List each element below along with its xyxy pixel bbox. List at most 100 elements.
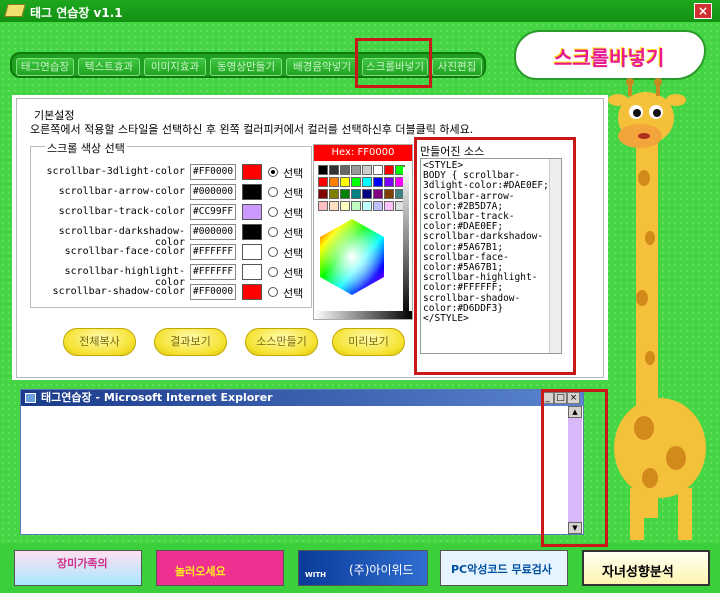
color-swatch[interactable] <box>242 284 262 300</box>
color-swatch[interactable] <box>242 244 262 260</box>
window-title: 태그 연습장 v1.1 <box>30 6 123 20</box>
select-label: 선택 <box>283 247 304 260</box>
highlight-tab-box <box>355 38 432 88</box>
select-radio[interactable] <box>268 187 278 197</box>
view-result-button[interactable]: 결과보기 <box>154 328 227 356</box>
color-cell[interactable] <box>340 177 350 187</box>
color-value-input[interactable]: #CC99FF <box>190 204 236 220</box>
color-cell[interactable] <box>318 165 328 175</box>
row-label: scrollbar-3dlight-color <box>46 166 185 177</box>
banner-pc-check[interactable]: PC악성코드 무료검사 <box>440 550 568 586</box>
color-cell[interactable] <box>384 165 394 175</box>
brightness-slider[interactable] <box>403 167 409 317</box>
hex-display: Hex: FF0000 <box>314 145 412 161</box>
color-cell[interactable] <box>373 189 383 199</box>
window-title-bar: 태그 연습장 v1.1 × <box>0 0 720 22</box>
instructions-text: 오른쪽에서 적용할 스타일을 선택하신 후 왼쪽 컬러피커에서 컬러를 선택하신… <box>30 123 474 136</box>
preview-button[interactable]: 미리보기 <box>332 328 405 356</box>
color-cell[interactable] <box>329 201 339 211</box>
preview-title: 태그연습장 - Microsoft Internet Explorer <box>21 390 583 406</box>
banner-rose-family[interactable]: 장미가족의 <box>14 550 142 586</box>
hexagon-color-wheel[interactable] <box>316 217 388 297</box>
row-label: scrollbar-face-color <box>64 246 185 257</box>
color-cell[interactable] <box>340 201 350 211</box>
select-radio[interactable] <box>268 247 278 257</box>
color-cell[interactable] <box>373 165 383 175</box>
select-radio[interactable] <box>268 227 278 237</box>
color-cell[interactable] <box>318 177 328 187</box>
scrollbar-logo: 스크롤바넣기 <box>514 30 706 80</box>
logo-text: 스크롤바넣기 <box>554 46 665 70</box>
row-label: scrollbar-arrow-color <box>58 186 185 197</box>
banner-child-analysis[interactable]: 자녀성향분석 <box>582 550 710 586</box>
tab-tag-practice[interactable]: 태그연습장 <box>16 58 74 76</box>
app-icon <box>4 4 26 17</box>
copy-all-button[interactable]: 전체복사 <box>63 328 136 356</box>
color-cell[interactable] <box>384 189 394 199</box>
color-picker[interactable]: Hex: FF0000 <box>313 144 413 320</box>
color-cell[interactable] <box>351 189 361 199</box>
color-cell[interactable] <box>329 189 339 199</box>
gray-bar[interactable] <box>314 311 412 319</box>
color-cell[interactable] <box>351 201 361 211</box>
banner-visit-text: 놀러오세요 <box>175 565 226 578</box>
banner-rose-text: 장미가족의 <box>57 557 108 570</box>
color-value-input[interactable]: #FF0000 <box>190 284 236 300</box>
color-swatch[interactable] <box>242 164 262 180</box>
color-swatch[interactable] <box>242 224 262 240</box>
color-cell[interactable] <box>362 177 372 187</box>
select-label: 선택 <box>283 207 304 220</box>
color-value-input[interactable]: #FF0000 <box>190 164 236 180</box>
row-label: scrollbar-highlight-color <box>64 266 185 288</box>
color-swatch[interactable] <box>242 184 262 200</box>
color-cell[interactable] <box>384 177 394 187</box>
color-value-input[interactable]: #000000 <box>190 224 236 240</box>
tab-make-video[interactable]: 동영상만들기 <box>210 58 282 76</box>
select-label: 선택 <box>283 267 304 280</box>
tab-image-effect[interactable]: 이미지효과 <box>144 58 206 76</box>
color-cell[interactable] <box>362 165 372 175</box>
banner-child-text: 자녀성향분석 <box>602 565 674 580</box>
color-cell[interactable] <box>329 165 339 175</box>
color-cell[interactable] <box>362 189 372 199</box>
color-cell[interactable] <box>318 189 328 199</box>
select-label: 선택 <box>283 167 304 180</box>
select-label: 선택 <box>283 187 304 200</box>
ie-icon <box>25 393 36 403</box>
banner-visit[interactable]: 놀러오세요 <box>156 550 284 586</box>
banner-iwith[interactable]: WITH (주)아이위드 <box>298 550 428 586</box>
highlight-scrollbar-box <box>541 389 608 547</box>
select-radio[interactable] <box>268 287 278 297</box>
color-swatch[interactable] <box>242 264 262 280</box>
color-value-input[interactable]: #000000 <box>190 184 236 200</box>
banner-pc-text: PC악성코드 무료검사 <box>451 563 552 576</box>
color-cell[interactable] <box>384 201 394 211</box>
color-cell[interactable] <box>340 165 350 175</box>
tab-text-effect[interactable]: 텍스트효과 <box>78 58 140 76</box>
color-cell[interactable] <box>373 177 383 187</box>
color-cell[interactable] <box>351 177 361 187</box>
color-cell[interactable] <box>351 165 361 175</box>
color-cell[interactable] <box>318 201 328 211</box>
select-radio[interactable] <box>268 267 278 277</box>
tab-photo-edit[interactable]: 사진편집 <box>432 58 482 76</box>
color-cell[interactable] <box>362 201 372 211</box>
color-cell[interactable] <box>340 189 350 199</box>
color-swatch[interactable] <box>242 204 262 220</box>
row-label: scrollbar-shadow-color <box>52 286 185 297</box>
color-section-legend: 스크롤 색상 선택 <box>45 140 127 156</box>
highlight-source-box <box>414 137 576 375</box>
select-label: 선택 <box>283 287 304 300</box>
select-label: 선택 <box>283 227 304 240</box>
color-value-input[interactable]: #FFFFFF <box>190 244 236 260</box>
select-radio[interactable] <box>268 207 278 217</box>
tab-bgm[interactable]: 배경음악넣기 <box>286 58 358 76</box>
row-label: scrollbar-darkshadow-color <box>58 226 185 248</box>
giraffe-illustration <box>608 78 706 540</box>
make-source-button[interactable]: 소스만들기 <box>245 328 318 356</box>
color-value-input[interactable]: #FFFFFF <box>190 264 236 280</box>
color-cell[interactable] <box>373 201 383 211</box>
select-radio[interactable] <box>268 167 278 177</box>
close-button[interactable]: × <box>694 3 712 19</box>
color-cell[interactable] <box>329 177 339 187</box>
